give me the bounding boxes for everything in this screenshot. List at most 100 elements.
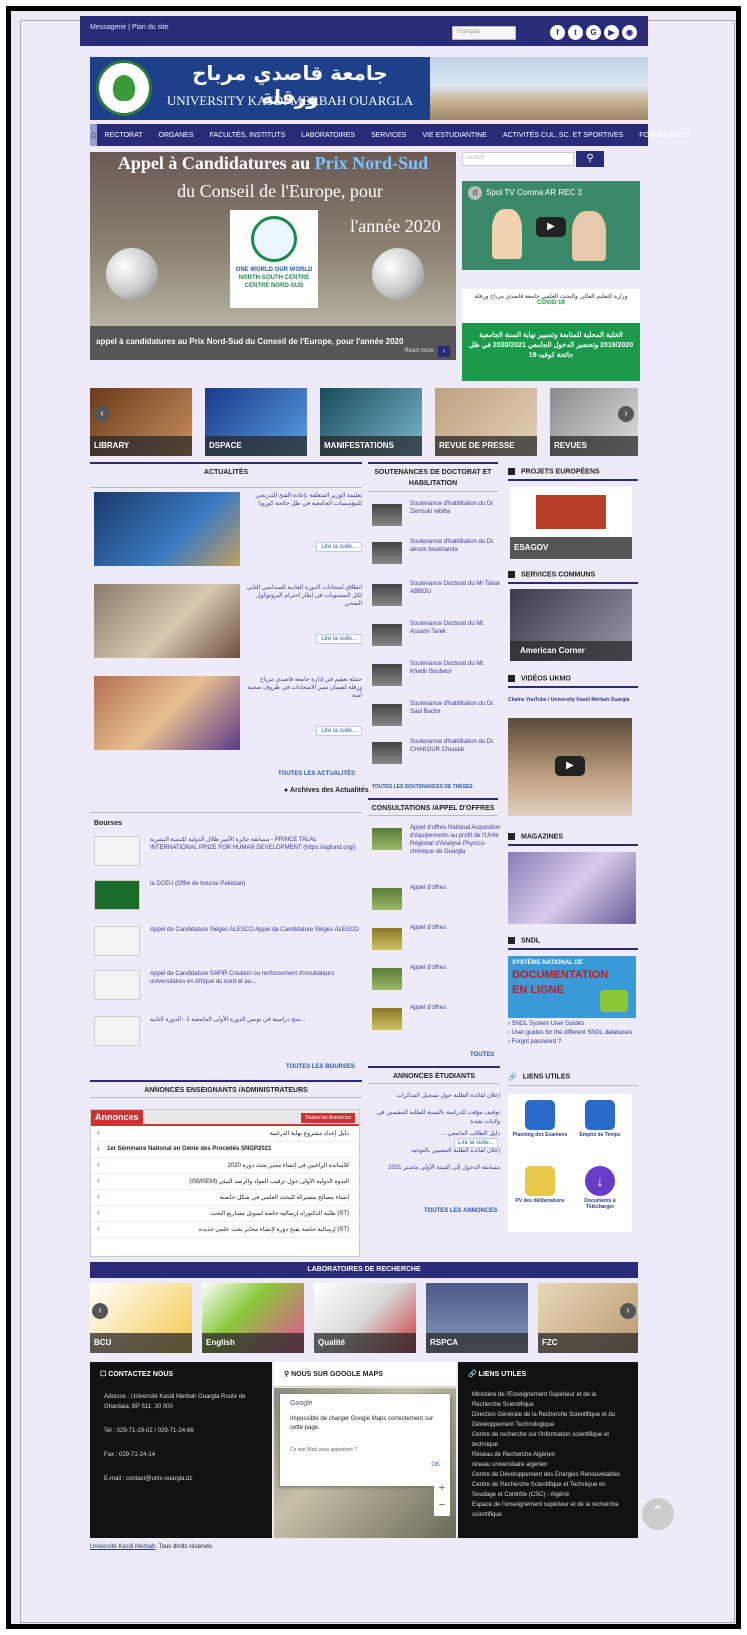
read-more-link[interactable]: Lire la suite... (454, 1138, 498, 1148)
twitter-icon[interactable]: t (568, 25, 583, 40)
nav-laboratoires[interactable]: LABORATOIRES (293, 132, 363, 139)
covid-notice[interactable]: وزارة التعليم العالي والبحث العلمي جامعة… (462, 289, 640, 381)
annonce-row[interactable]: إنشاء مصالح مشتركة للبحث العلمي في شكل ح… (91, 1190, 359, 1206)
soutenance-item[interactable]: Soutenance d'habilitation du Dr. Said Ba… (372, 700, 502, 736)
read-more-link[interactable]: Lire la suite... (316, 726, 362, 736)
carousel-next-icon[interactable]: › (618, 406, 634, 422)
bourse-item[interactable]: Appel de Candidature Sièges ALESCO Appel… (94, 926, 359, 962)
map-zoom-controls[interactable]: + − (434, 1480, 450, 1516)
bourse-item[interactable]: منح دراسية في تونس الدورة الأولى الجامعي… (94, 1016, 356, 1052)
top-links[interactable]: Messagerie | Plan du site (90, 24, 168, 31)
news-item[interactable]: حملة تعقيم في إدارة جامعة قاصدي مرباح ور… (94, 676, 364, 754)
soutenance-item[interactable]: Soutenance d'habilitation du Dr. CHAKOUR… (372, 738, 502, 774)
all-bourses-link[interactable]: TOUTES LES BOURSES (286, 1064, 355, 1070)
facebook-icon[interactable]: f (550, 25, 565, 40)
footer-link[interactable]: Ministère de l'Enseignement Supérieur et… (458, 1390, 638, 1410)
language-select[interactable]: Français (452, 26, 516, 40)
search-input[interactable]: search (462, 152, 574, 166)
nav-activites[interactable]: ACTIVITÉS CUL, SC. ET SPORTIVES (495, 132, 631, 139)
search-icon[interactable]: ⚲ (576, 151, 604, 167)
planning-examens-tile[interactable]: Planning des Examens (512, 1098, 568, 1160)
thumb-library[interactable]: LIBRARY (90, 388, 192, 456)
forgot-password-link[interactable]: › Forgot password ? (508, 1038, 638, 1047)
footer-link[interactable]: Réseau de Recherche Algérien (458, 1450, 638, 1460)
annonce-row[interactable]: للأساتذة الراغبين في إنشاء مخبر بحث دورة… (91, 1158, 359, 1174)
footer-link[interactable]: Direction Générale de la Recherche Scien… (458, 1410, 638, 1430)
footer-link[interactable]: Centre de Recherche Scientifique et Tech… (458, 1480, 638, 1500)
annonce-row[interactable]: الندوة الدولية الأولى حول ترقيب المواد و… (91, 1174, 359, 1190)
read-more-link[interactable]: Read more (404, 348, 434, 354)
appel-offres-item[interactable]: Appel d'offres (372, 964, 502, 1000)
ukmo-video[interactable]: ▶ (508, 718, 632, 816)
annonce-row[interactable]: (ST) طلبة الدكتوراه إرسالية خاصة لتمويل … (91, 1206, 359, 1222)
home-icon[interactable]: ⌂ (90, 124, 97, 146)
appel-offres-item[interactable]: Appel d'offres (372, 884, 502, 920)
news-item[interactable]: تعليمة الوزير المتعلقة بإعادة الفتح التد… (94, 492, 364, 570)
slide-caption-text[interactable]: appel à candidatures au Prix Nord-Sud du… (96, 337, 403, 346)
read-more-arrow-icon[interactable]: › (438, 346, 450, 357)
soutenance-item[interactable]: Soutenance Doctorat du Mr. Assami Tarek (372, 620, 502, 656)
map-ok-button[interactable]: OK (431, 1462, 440, 1468)
magazines-image[interactable] (508, 852, 636, 924)
sndl-user-guides-link[interactable]: › SNDL System User Guides (508, 1020, 638, 1029)
labs-next-icon[interactable]: › (620, 1303, 636, 1319)
nav-organes[interactable]: ORGANES (151, 132, 202, 139)
footer-link[interactable]: Centre de recherche sur l'information sc… (458, 1430, 638, 1450)
bourse-item[interactable]: Appel de Candidature SAFIR Création ou r… (94, 970, 356, 1006)
bourse-item[interactable]: la DCEU (Offre de bourse Pakistan) (94, 880, 356, 916)
emploi-temps-tile[interactable]: Emploi de Temps (572, 1098, 628, 1160)
lab-thumb[interactable]: FZC (538, 1283, 638, 1353)
site-banner[interactable]: جامعة قاصدي مرباح ورقلة UNIVERSITY KASDI… (90, 57, 648, 120)
american-corner-banner[interactable]: American Corner (510, 589, 632, 661)
lab-thumb[interactable]: Qualité (314, 1283, 416, 1353)
hero-slide[interactable]: Appel à Candidatures au Prix Nord-Sud du… (90, 152, 456, 326)
annonce-etudiant-item[interactable]: إعلان لفائدة الطلبة المعنيين بالتوجيه (372, 1147, 500, 1156)
appel-offres-item[interactable]: Appel d'offres (372, 1004, 502, 1040)
footer-link[interactable]: Centre de Développement des Energies Ren… (458, 1470, 638, 1480)
copyright-link[interactable]: Université Kasdi Merbah (90, 1544, 155, 1550)
rss-icon[interactable]: ◉ (622, 25, 637, 40)
annonce-row[interactable]: (ST) إرسالية خاصة بفتح دورة لإنشاء مخابر… (91, 1222, 359, 1238)
annonce-row[interactable]: دليل إعداد مشروع نهاية الدراسة (91, 1126, 359, 1142)
video-spot-corona[interactable]: d Spot TV Corona AR REC 3 ▶ (462, 181, 640, 270)
bourse-item[interactable]: مسابقة جائزة الأمير طلال الدولية للتنمية… (94, 836, 356, 872)
google-plus-icon[interactable]: G (586, 25, 601, 40)
thumb-revue-de-presse[interactable]: REVUE DE PRESSE (435, 388, 537, 456)
annonce-row[interactable]: 1er Séminaire National en Génie des Proc… (91, 1142, 359, 1158)
nav-facultes[interactable]: FACULTÉS, INSTITUTS (202, 132, 294, 139)
pv-deliberations-tile[interactable]: PV des délibérations (512, 1164, 568, 1226)
news-item[interactable]: انطلاق امتحانات الدورة العادية للسداسي ا… (94, 584, 364, 662)
lab-thumb[interactable]: RSPCA (426, 1283, 528, 1353)
lab-thumb[interactable]: BCU (90, 1283, 192, 1353)
read-more-link[interactable]: Lire la suite... (316, 634, 362, 644)
all-annonces-etudiants-link[interactable]: TOUTES LES ANNONCES (424, 1208, 497, 1214)
all-soutenances-link[interactable]: TOUTES LES SOUTENANCES DE THÈSES (372, 784, 473, 790)
sndl-banner[interactable]: SYSTÈME NATIONAL DE DOCUMENTATION EN LIG… (508, 956, 636, 1018)
youtube-channel-link[interactable]: Chaîne YouTube / University Kasdi Merbah… (508, 697, 638, 703)
documents-telecharger-tile[interactable]: ↓ Documents à Télécharger (572, 1164, 628, 1226)
annonce-etudiant-item[interactable]: مسابقة الدخول إلى السنة الأولى ماستر 202… (372, 1164, 500, 1173)
annonce-etudiant-item[interactable]: توقيف مؤقت للدراسة بالنسبة للطلبة المقيم… (372, 1109, 500, 1127)
all-annonces-tab[interactable]: Toutes les Annonces (301, 1113, 355, 1123)
appel-offres-item[interactable]: Appel d'offres National Acquisition d'éq… (372, 824, 502, 870)
nav-rectorat[interactable]: RECTORAT (97, 132, 151, 139)
lab-thumb[interactable]: English (202, 1283, 304, 1353)
scroll-to-top-icon[interactable]: ⌃ (642, 1498, 674, 1530)
thumb-revues[interactable]: REVUES (550, 388, 638, 456)
footer-link[interactable]: réseau universitaire algérien (458, 1460, 638, 1470)
labs-prev-icon[interactable]: ‹ (92, 1303, 108, 1319)
nav-vie-estudiantine[interactable]: VIE ESTUDIANTINE (414, 132, 495, 139)
annonce-etudiant-item[interactable]: إعلان لفائدة الطلبة حول تسجيل المذكرات (372, 1092, 500, 1101)
contact-email[interactable]: E-mail : contact@univ-ouargla.dz (90, 1474, 272, 1484)
news-archives-link[interactable]: ● Archives des Actualités (284, 787, 369, 794)
all-consultations-link[interactable]: TOUTES (470, 1052, 494, 1058)
sndl-db-guides-link[interactable]: › User guides for the different SNDL dat… (508, 1029, 638, 1038)
appel-offres-item[interactable]: Appel d'offres (372, 924, 502, 960)
play-icon[interactable]: ▶ (536, 217, 566, 237)
esagov-banner[interactable]: ESAGOV (510, 487, 632, 559)
read-more-link[interactable]: Lire la suite... (316, 542, 362, 552)
soutenance-item[interactable]: Soutenance Doctorat du Mr Tahar ABBOU (372, 580, 502, 616)
soutenance-item[interactable]: Soutenance d'habilitation du Dr Zerrouki… (372, 500, 502, 536)
thumb-dspace[interactable]: DSPACE (205, 388, 307, 456)
play-icon[interactable]: ▶ (555, 756, 585, 776)
